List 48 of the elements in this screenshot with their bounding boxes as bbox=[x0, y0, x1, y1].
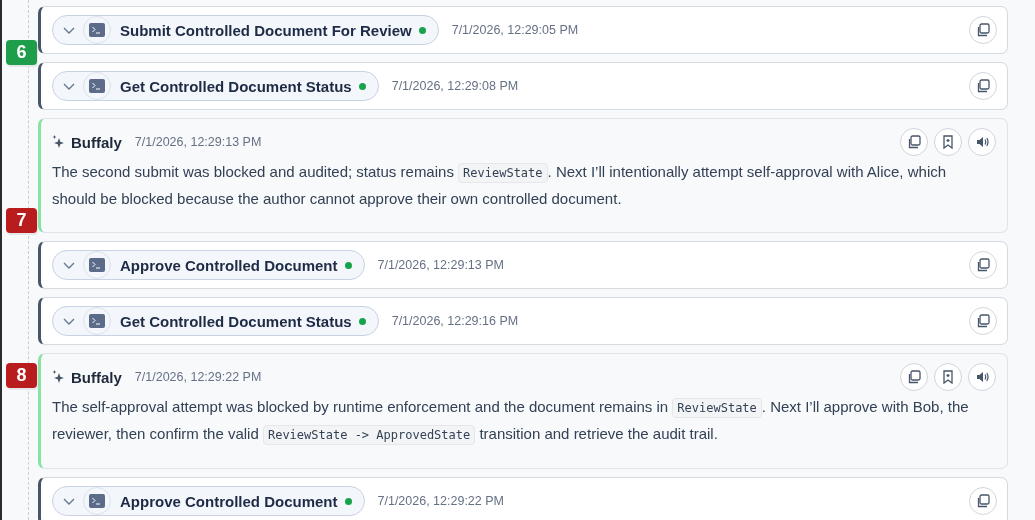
tool-call-toggle[interactable]: Approve Controlled Document bbox=[52, 250, 365, 280]
terminal-icon bbox=[89, 314, 105, 328]
copy-button[interactable] bbox=[969, 16, 997, 44]
terminal-icon bbox=[89, 79, 105, 93]
tool-call-toggle[interactable]: Get Controlled Document Status bbox=[52, 306, 379, 336]
timestamp: 7/1/2026, 12:29:22 PM bbox=[377, 494, 504, 508]
copy-button[interactable] bbox=[969, 72, 997, 100]
timestamp: 7/1/2026, 12:29:05 PM bbox=[451, 23, 579, 37]
speaker-icon bbox=[975, 371, 989, 383]
copy-button[interactable] bbox=[969, 307, 997, 335]
step-badge: 6 bbox=[6, 40, 37, 65]
bookmark-button[interactable] bbox=[934, 128, 962, 156]
timestamp: 7/1/2026, 12:29:22 PM bbox=[134, 370, 262, 384]
author-name: Buffaly bbox=[71, 133, 122, 151]
step-badge: 7 bbox=[6, 208, 37, 233]
copy-button[interactable] bbox=[900, 128, 928, 156]
terminal-icon bbox=[89, 23, 105, 37]
timestamp: 7/1/2026, 12:29:16 PM bbox=[391, 314, 519, 328]
terminal-icon bbox=[89, 494, 105, 508]
timestamp: 7/1/2026, 12:29:13 PM bbox=[377, 258, 504, 272]
read-aloud-button[interactable] bbox=[968, 128, 996, 156]
copy-icon bbox=[907, 135, 921, 149]
read-aloud-button[interactable] bbox=[968, 363, 996, 391]
bookmark-button[interactable] bbox=[934, 363, 962, 391]
copy-icon bbox=[976, 314, 990, 328]
speaker-icon bbox=[975, 136, 989, 148]
copy-icon bbox=[976, 258, 990, 272]
step-badge: 8 bbox=[6, 363, 37, 388]
copy-button[interactable] bbox=[969, 251, 997, 279]
copy-button[interactable] bbox=[900, 363, 928, 391]
copy-icon bbox=[976, 79, 990, 93]
author-name: Buffaly bbox=[71, 368, 122, 386]
copy-icon bbox=[976, 23, 990, 37]
terminal-icon bbox=[89, 258, 105, 272]
bookmark-icon bbox=[942, 135, 954, 149]
timestamp: 7/1/2026, 12:29:13 PM bbox=[134, 135, 262, 149]
message-text: The second submit was blocked and audited; status remains ReviewState . Next I’ll intentionally attempt self-approval with Alice, which should be blocked because the author cannot approve their own controlled document. bbox=[52, 162, 948, 209]
copy-icon bbox=[907, 370, 921, 384]
tool-call-toggle[interactable]: Approve Controlled Document bbox=[52, 486, 365, 516]
copy-icon bbox=[976, 494, 990, 508]
message-text: The self-approval attempt was blocked by runtime enforcement and the document remains in ReviewState . Next I’ll approve with Bob, the reviewer, then confirm the valid ReviewState -> ApprovedState transition and retrieve the audit trail. bbox=[52, 394, 984, 448]
tool-call-toggle[interactable]: Get Controlled Document Status bbox=[52, 71, 379, 101]
tool-call-toggle[interactable]: Submit Controlled Document For Review bbox=[52, 15, 439, 45]
copy-button[interactable] bbox=[969, 487, 997, 515]
bookmark-icon bbox=[942, 370, 954, 384]
timestamp: 7/1/2026, 12:29:08 PM bbox=[391, 79, 519, 93]
sparkle-icon bbox=[52, 370, 65, 384]
sparkle-icon bbox=[52, 135, 65, 149]
